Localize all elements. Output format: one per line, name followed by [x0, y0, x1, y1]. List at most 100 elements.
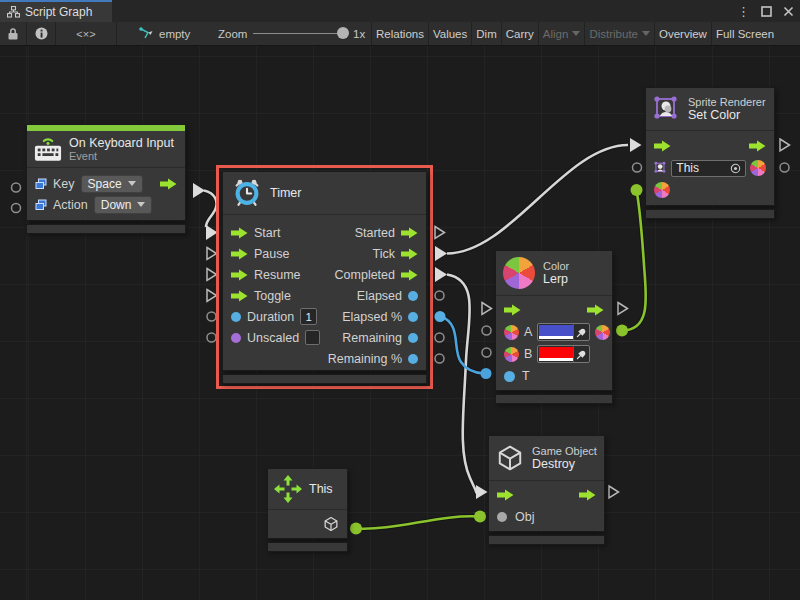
flow-arrow-icon — [231, 290, 248, 302]
carry-button[interactable]: Carry — [502, 22, 539, 45]
menu-dots-icon[interactable]: ⋮ — [737, 5, 750, 18]
flow-arrow-icon — [749, 140, 766, 152]
t-port-icon — [504, 371, 515, 382]
destroy-node-category: Game Object — [532, 445, 597, 457]
flow-arrow-icon — [587, 304, 604, 316]
flow-arrow-icon — [231, 248, 248, 260]
timer-completed-label: Completed — [335, 268, 395, 282]
lerp-b-label: B — [524, 347, 532, 361]
graph-tab-icon — [7, 6, 20, 18]
overview-button[interactable]: Overview — [655, 22, 712, 45]
color-b-picker-button[interactable] — [573, 346, 589, 362]
zoom-value: 1x — [353, 22, 365, 45]
node-set-color[interactable]: Sprite Renderer Set Color This — [645, 87, 775, 219]
timer-unscaled-label: Unscaled — [247, 331, 299, 345]
color-wheel-port-icon — [750, 160, 766, 176]
timer-node-title: Timer — [270, 186, 301, 200]
target-picker-icon[interactable] — [730, 163, 741, 174]
keyboard-node-footer — [26, 224, 186, 234]
flow-arrow-icon — [654, 140, 671, 152]
info-button[interactable] — [27, 22, 56, 45]
dropdown-caret-icon — [128, 181, 136, 186]
destroy-node-title: Destroy — [532, 457, 597, 471]
color-a-control[interactable] — [537, 323, 590, 341]
lerp-t-label: T — [522, 369, 530, 383]
fullscreen-button[interactable]: Full Screen — [712, 22, 778, 45]
collapse-button[interactable]: <×> — [56, 22, 117, 45]
graph-pointer[interactable]: empty — [117, 22, 218, 45]
color-wheel-port-icon — [504, 325, 519, 340]
maximize-icon[interactable] — [761, 6, 772, 17]
timer-pause-label: Pause — [254, 247, 289, 261]
flow-arrow-icon — [231, 227, 248, 239]
close-icon[interactable] — [783, 6, 794, 17]
distribute-button[interactable]: Distribute — [585, 22, 655, 45]
setcolor-node-footer — [645, 209, 775, 219]
keyboard-icon — [34, 136, 62, 162]
lerp-node-title: Lerp — [543, 272, 569, 286]
timer-elapsed-label: Elapsed — [357, 289, 402, 303]
flow-arrow-icon — [231, 269, 248, 281]
obj-port-icon — [497, 512, 507, 522]
lerp-a-label: A — [524, 325, 532, 339]
node-destroy[interactable]: Game Object Destroy Obj — [488, 435, 605, 545]
color-b-control[interactable] — [537, 345, 590, 363]
this-node-footer — [267, 542, 348, 552]
color-wheel-icon — [503, 257, 535, 289]
timer-remainingpct-label: Remaining % — [328, 352, 402, 366]
relations-button[interactable]: Relations — [372, 22, 429, 45]
unscaled-port-icon — [231, 333, 241, 343]
align-button[interactable]: Align — [539, 22, 586, 45]
lerp-node-category: Color — [543, 260, 569, 272]
duration-port-icon — [231, 312, 241, 322]
color-wheel-port-icon — [595, 325, 610, 340]
timer-duration-label: Duration — [247, 310, 294, 324]
color-a-swatch[interactable] — [539, 325, 573, 339]
eyedropper-icon — [576, 349, 587, 360]
key-label: Key — [53, 177, 75, 191]
cube-port-icon — [323, 516, 339, 532]
lerp-node-footer — [495, 394, 613, 404]
timer-toggle-label: Toggle — [254, 289, 291, 303]
sprite-renderer-mini-icon — [654, 161, 667, 175]
lock-icon — [7, 27, 19, 41]
lock-button[interactable] — [0, 22, 27, 45]
zoom-label: Zoom — [218, 22, 247, 45]
flow-arrow-icon — [401, 227, 418, 239]
node-timer[interactable]: Timer Start Pause Resume Toggle Duration… — [222, 171, 427, 384]
remaining-port-icon — [408, 333, 418, 343]
zoom-slider-handle[interactable] — [337, 27, 349, 39]
keyboard-flow-arrow-icon — [160, 178, 177, 190]
values-button[interactable]: Values — [429, 22, 472, 45]
distribute-caret-icon — [642, 31, 650, 36]
pointer-icon — [139, 27, 154, 40]
align-caret-icon — [572, 31, 580, 36]
flow-arrow-icon — [497, 489, 514, 501]
flow-arrow-icon — [579, 489, 596, 501]
elapsedpct-port-icon — [408, 312, 418, 322]
flow-arrow-icon — [504, 304, 521, 316]
color-wheel-port-icon — [504, 347, 519, 362]
setcolor-node-category: Sprite Renderer — [688, 96, 766, 108]
key-dropdown[interactable]: Space — [81, 175, 143, 193]
destroy-obj-label: Obj — [515, 510, 534, 524]
action-dropdown[interactable]: Down — [94, 196, 153, 214]
node-on-keyboard-input[interactable]: On Keyboard Input Event Key Space — [26, 124, 186, 234]
color-a-picker-button[interactable] — [573, 324, 589, 340]
dim-button[interactable]: Dim — [472, 22, 501, 45]
this-node-title: This — [309, 482, 333, 496]
script-graph-window: Script Graph ⋮ <×> — [0, 0, 800, 600]
timer-start-label: Start — [254, 226, 280, 240]
dropdown-caret-icon — [137, 202, 145, 207]
node-color-lerp[interactable]: Color Lerp A — [495, 250, 613, 404]
keyboard-node-subtitle: Event — [69, 150, 174, 162]
zoom-slider[interactable] — [253, 33, 343, 34]
node-this[interactable]: This — [267, 468, 348, 552]
setcolor-target-field[interactable]: This — [671, 160, 746, 177]
destroy-node-footer — [488, 535, 605, 545]
tab-script-graph[interactable]: Script Graph — [0, 0, 112, 22]
color-b-swatch[interactable] — [539, 347, 573, 361]
graph-toolbar: <×> empty Zoom 1x Relations Values Dim C… — [0, 22, 800, 46]
collapse-icon: <×> — [76, 28, 95, 40]
pointer-label: empty — [159, 28, 190, 40]
